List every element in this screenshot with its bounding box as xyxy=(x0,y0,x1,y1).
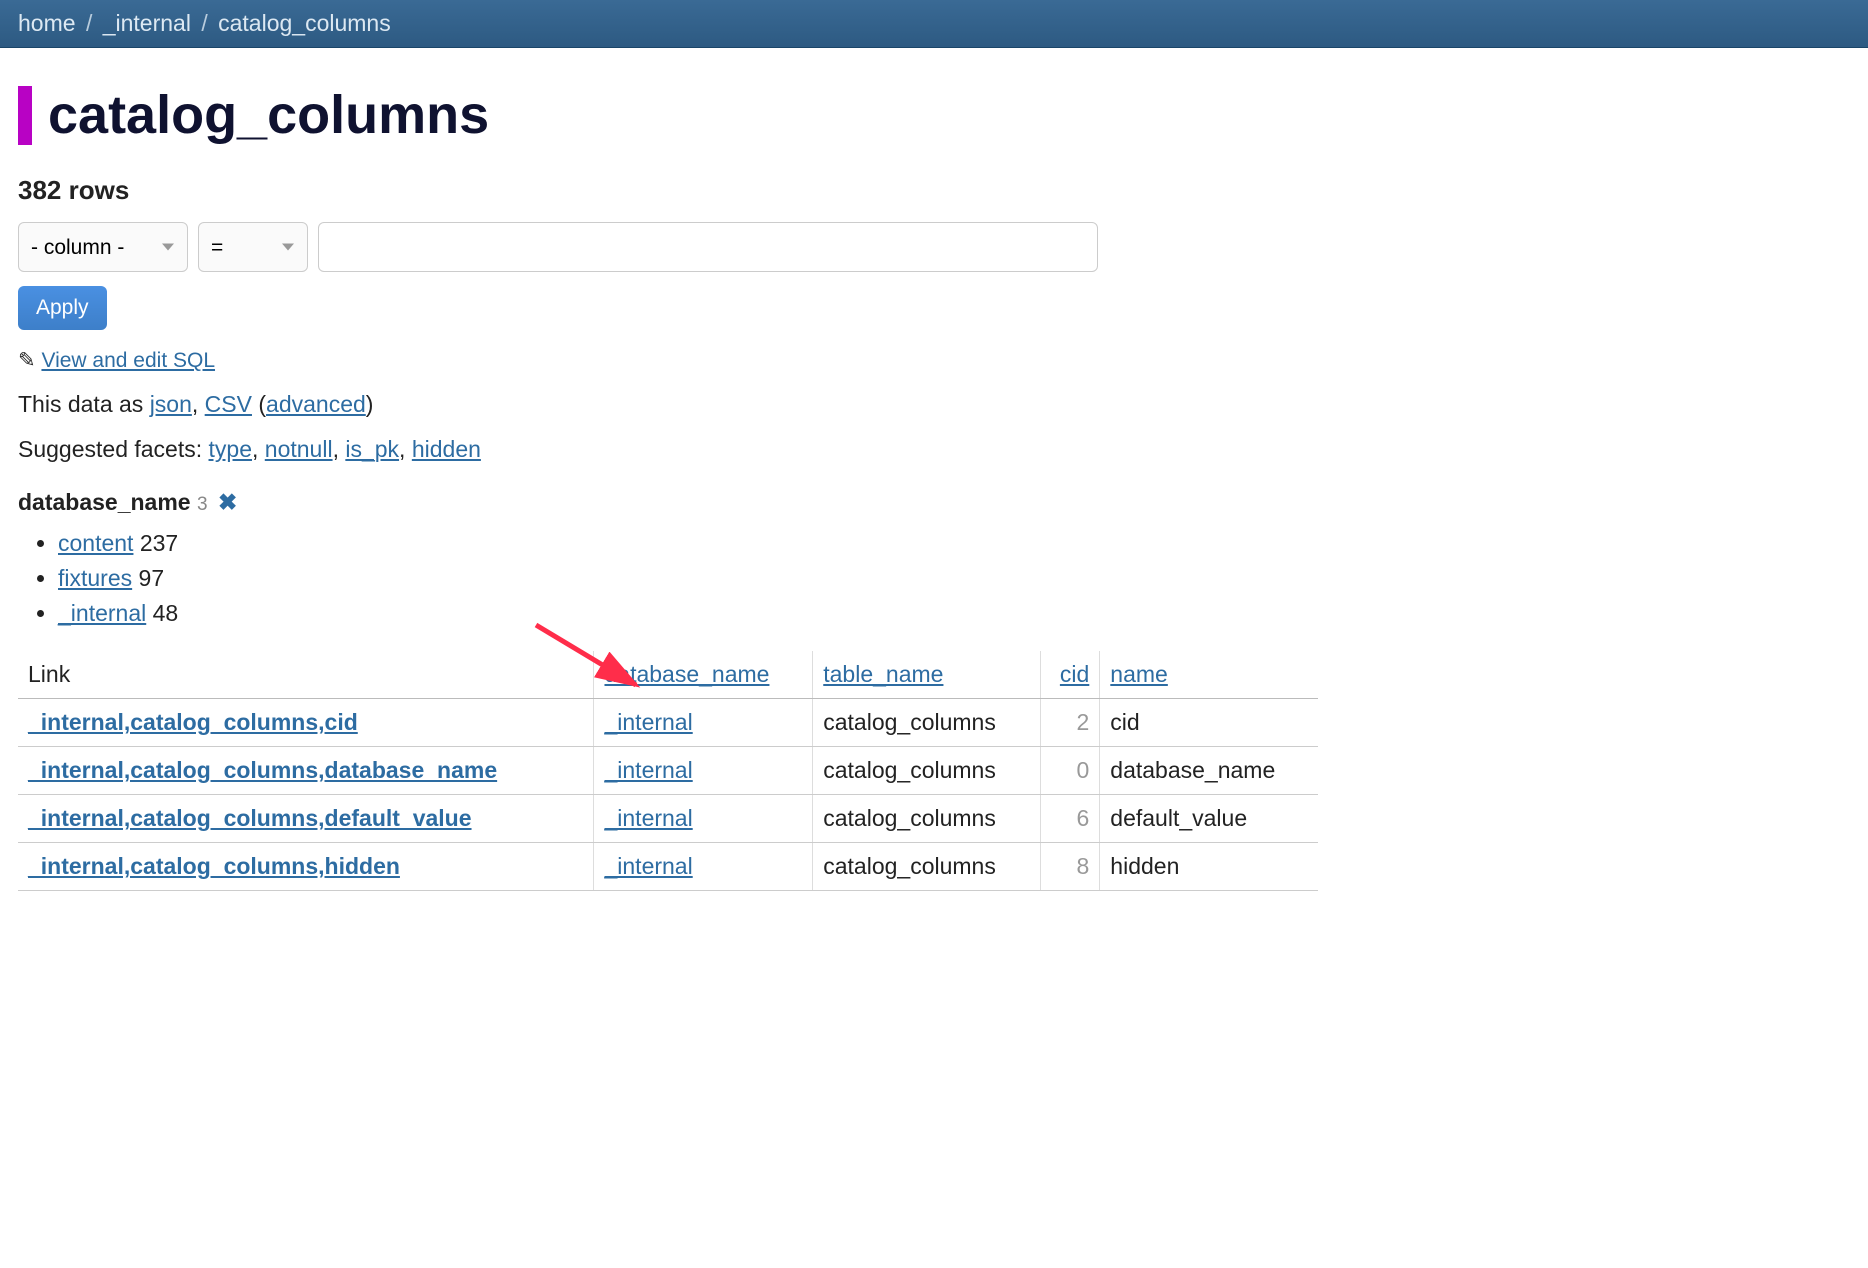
export-advanced-link[interactable]: advanced xyxy=(266,391,366,417)
col-table-name[interactable]: table_name xyxy=(813,651,1041,699)
breadcrumb-sep: / xyxy=(86,10,92,36)
cell-cid: 6 xyxy=(1041,795,1100,843)
cell-table-name: catalog_columns xyxy=(813,699,1041,747)
breadcrumb-db[interactable]: _internal xyxy=(103,10,191,36)
apply-button[interactable]: Apply xyxy=(18,286,107,330)
export-csv-link[interactable]: CSV xyxy=(205,391,252,417)
facet-fixtures-link[interactable]: fixtures xyxy=(58,565,132,591)
row-link[interactable]: _internal,catalog_columns,default_value xyxy=(28,805,472,831)
export-line: This data as json, CSV (advanced) xyxy=(18,391,1850,418)
filter-op-select[interactable]: = xyxy=(198,222,308,272)
cell-table-name: catalog_columns xyxy=(813,795,1041,843)
facet-item-count: 237 xyxy=(140,530,178,556)
breadcrumb-home[interactable]: home xyxy=(18,10,76,36)
pencil-icon: ✎ xyxy=(18,349,36,372)
cell-database-name[interactable]: _internal xyxy=(604,805,692,831)
facet-hidden-link[interactable]: hidden xyxy=(412,436,481,462)
facet-internal-link[interactable]: _internal xyxy=(58,600,146,626)
facet-item-count: 97 xyxy=(139,565,165,591)
cell-database-name[interactable]: _internal xyxy=(604,853,692,879)
facet-name: database_name xyxy=(18,489,191,515)
page-title: catalog_columns xyxy=(18,86,1850,145)
cell-table-name: catalog_columns xyxy=(813,747,1041,795)
cell-database-name[interactable]: _internal xyxy=(604,757,692,783)
cell-database-name[interactable]: _internal xyxy=(604,709,692,735)
facet-item: _internal 48 xyxy=(58,600,1850,627)
cell-name: database_name xyxy=(1100,747,1318,795)
suggested-prefix: Suggested facets: xyxy=(18,436,209,462)
cell-cid: 2 xyxy=(1041,699,1100,747)
cell-table-name: catalog_columns xyxy=(813,843,1041,891)
cell-name: cid xyxy=(1100,699,1318,747)
cell-cid: 8 xyxy=(1041,843,1100,891)
facet-item-count: 48 xyxy=(153,600,179,626)
view-edit-sql-link[interactable]: View and edit SQL xyxy=(41,349,215,372)
facet-notnull-link[interactable]: notnull xyxy=(265,436,333,462)
row-count: 382 rows xyxy=(18,175,1850,206)
filter-row: - column - = xyxy=(18,222,1850,272)
col-database-name[interactable]: database_name xyxy=(594,651,813,699)
facet-remove-icon[interactable]: ✖ xyxy=(218,489,237,515)
col-link: Link xyxy=(18,651,594,699)
filter-column-select[interactable]: - column - xyxy=(18,222,188,272)
table-row: _internal,catalog_columns,hidden _intern… xyxy=(18,843,1318,891)
breadcrumb-current: catalog_columns xyxy=(218,10,391,36)
facet-item: fixtures 97 xyxy=(58,565,1850,592)
cell-name: hidden xyxy=(1100,843,1318,891)
table-row: _internal,catalog_columns,default_value … xyxy=(18,795,1318,843)
facet-ispk-link[interactable]: is_pk xyxy=(345,436,399,462)
export-json-link[interactable]: json xyxy=(150,391,192,417)
table-row: _internal,catalog_columns,database_name … xyxy=(18,747,1318,795)
data-table: Link database_name table_name cid name _… xyxy=(18,651,1318,891)
facet-heading: database_name 3 ✖ xyxy=(18,489,1850,516)
col-cid[interactable]: cid xyxy=(1041,651,1100,699)
row-link[interactable]: _internal,catalog_columns,hidden xyxy=(28,853,400,879)
col-name[interactable]: name xyxy=(1100,651,1318,699)
filter-value-input[interactable] xyxy=(318,222,1098,272)
cell-name: default_value xyxy=(1100,795,1318,843)
facet-list: content 237 fixtures 97 _internal 48 xyxy=(18,530,1850,627)
facet-content-link[interactable]: content xyxy=(58,530,133,556)
facet-type-link[interactable]: type xyxy=(209,436,252,462)
row-link[interactable]: _internal,catalog_columns,cid xyxy=(28,709,358,735)
breadcrumb: home / _internal / catalog_columns xyxy=(0,0,1868,48)
facet-item: content 237 xyxy=(58,530,1850,557)
cell-cid: 0 xyxy=(1041,747,1100,795)
table-row: _internal,catalog_columns,cid _internal … xyxy=(18,699,1318,747)
export-prefix: This data as xyxy=(18,391,150,417)
facet-count: 3 xyxy=(197,494,208,515)
suggested-facets: Suggested facets: type, notnull, is_pk, … xyxy=(18,436,1850,463)
breadcrumb-sep: / xyxy=(201,10,207,36)
row-link[interactable]: _internal,catalog_columns,database_name xyxy=(28,757,497,783)
